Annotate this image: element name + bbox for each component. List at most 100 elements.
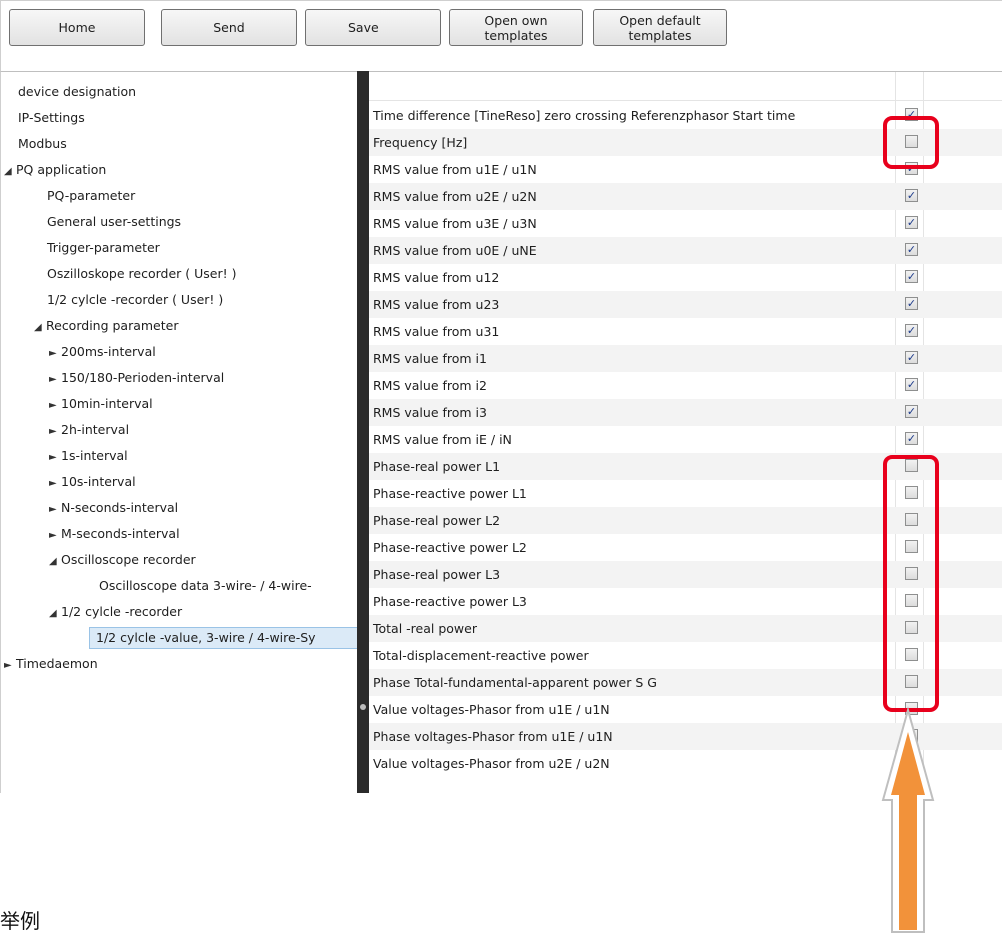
tree-item-label: M-seconds-interval	[61, 526, 180, 541]
tree-item-label: 200ms-interval	[61, 344, 156, 359]
row-checkbox[interactable]: ✓	[905, 297, 918, 310]
open-default-templates-button[interactable]: Open default templates	[593, 9, 727, 46]
row-checkbox[interactable]: ✓	[905, 189, 918, 202]
expand-arrow-icon[interactable]: ►	[49, 395, 61, 417]
tree-item[interactable]: ◢ 1/2 cylcle -recorder	[49, 601, 182, 623]
tree-item-label: Modbus	[18, 136, 67, 151]
grid-row-label: Value voltages-Phasor from u2E / u2N	[373, 756, 610, 771]
grid-row-label: RMS value from u1E / u1N	[373, 162, 537, 177]
tree-item[interactable]: 1/2 cylcle -recorder ( User! )	[47, 289, 223, 311]
grid-row-label: Phase-real power L2	[373, 513, 501, 528]
collapse-arrow-icon[interactable]: ◢	[4, 161, 16, 183]
grid-row-label: Phase-reactive power L2	[373, 540, 527, 555]
pane-splitter[interactable]	[357, 71, 369, 793]
tree-item-label: IP-Settings	[18, 110, 85, 125]
grid-row-label: RMS value from u12	[373, 270, 500, 285]
grid-row-label: RMS value from u31	[373, 324, 500, 339]
grid-header	[369, 72, 1002, 101]
grid-row-label: Time difference [TineReso] zero crossing…	[373, 108, 796, 123]
tree-item-label: 1/2 cylcle -recorder ( User! )	[47, 292, 224, 307]
grid-row: RMS value from u23 ✓	[369, 291, 1002, 318]
tree-item[interactable]: 1/2 cylcle -value, 3-wire / 4-wire-Sy	[89, 627, 357, 649]
grid-row-label: Phase-reactive power L1	[373, 486, 527, 501]
grid-row-label: Phase-real power L1	[373, 459, 501, 474]
expand-arrow-icon[interactable]: ►	[49, 499, 61, 521]
row-checkbox[interactable]: ✓	[905, 243, 918, 256]
tree-item[interactable]: ► 2h-interval	[49, 419, 129, 441]
tree-item-label: General user-settings	[47, 214, 182, 229]
save-button[interactable]: Save	[305, 9, 441, 46]
collapse-arrow-icon[interactable]: ◢	[49, 603, 61, 625]
tree-item-label: Oscilloscope data 3-wire- / 4-wire-	[99, 578, 312, 593]
grid-row-label: Phase Total-fundamental-apparent power S…	[373, 675, 657, 690]
open-own-templates-button[interactable]: Open own templates	[449, 9, 583, 46]
row-checkbox[interactable]: ✓	[905, 324, 918, 337]
highlight-box-power-rows	[883, 455, 939, 712]
grid-row-label: Total-displacement-reactive power	[373, 648, 589, 663]
grid-row-label: RMS value from u2E / u2N	[373, 189, 537, 204]
row-checkbox[interactable]: ✓	[905, 405, 918, 418]
grid-row-label: Phase voltages-Phasor from u1E / u1N	[373, 729, 613, 744]
grid-row-label: RMS value from u23	[373, 297, 500, 312]
tree-item[interactable]: ► 150/180-Perioden-interval	[49, 367, 224, 389]
tree-item[interactable]: ► Timedaemon	[4, 653, 98, 675]
tree-item[interactable]: PQ-parameter	[47, 185, 135, 207]
collapse-arrow-icon[interactable]: ◢	[34, 317, 46, 339]
grid-row: RMS value from u0E / uNE ✓	[369, 237, 1002, 264]
tree-item[interactable]: ► 1s-interval	[49, 445, 128, 467]
expand-arrow-icon[interactable]: ►	[49, 473, 61, 495]
tree-item[interactable]: ► 10min-interval	[49, 393, 153, 415]
row-checkbox[interactable]: ✓	[905, 216, 918, 229]
splitter-grip[interactable]	[360, 704, 366, 710]
tree-item[interactable]: device designation	[18, 81, 136, 103]
expand-arrow-icon[interactable]: ►	[49, 369, 61, 391]
grid-row-label: Value voltages-Phasor from u1E / u1N	[373, 702, 610, 717]
tree-item-label: device designation	[18, 84, 137, 99]
grid-row-label: Phase-real power L3	[373, 567, 501, 582]
tree-item[interactable]: Trigger-parameter	[47, 237, 160, 259]
tree-item[interactable]: Oscilloscope data 3-wire- / 4-wire-	[99, 575, 312, 597]
tree-item-label: Timedaemon	[16, 656, 98, 671]
tree-item-label: Trigger-parameter	[47, 240, 160, 255]
tree-item[interactable]: ► 200ms-interval	[49, 341, 156, 363]
tree-item[interactable]: ◢ Recording parameter	[34, 315, 178, 337]
collapse-arrow-icon[interactable]: ◢	[49, 551, 61, 573]
tree-item-label: PQ application	[16, 162, 107, 177]
tree-item[interactable]: General user-settings	[47, 211, 181, 233]
expand-arrow-icon[interactable]: ►	[49, 447, 61, 469]
grid-row-label: Total -real power	[373, 621, 477, 636]
tree-item[interactable]: ► M-seconds-interval	[49, 523, 180, 545]
app-window: Home Send Save Open own templates Open d…	[0, 0, 1002, 793]
row-checkbox[interactable]: ✓	[905, 351, 918, 364]
send-button[interactable]: Send	[161, 9, 297, 46]
tree-item-label: 150/180-Perioden-interval	[61, 370, 225, 385]
tree-item[interactable]: IP-Settings	[18, 107, 85, 129]
grid-row-label: Phase-reactive power L3	[373, 594, 527, 609]
home-button[interactable]: Home	[9, 9, 145, 46]
row-checkbox[interactable]: ✓	[905, 432, 918, 445]
row-checkbox[interactable]: ✓	[905, 270, 918, 283]
tree-item[interactable]: Modbus	[18, 133, 67, 155]
grid-row: RMS value from iE / iN ✓	[369, 426, 1002, 453]
tree-item[interactable]: ► 10s-interval	[49, 471, 136, 493]
tree-item[interactable]: ◢ Oscilloscope recorder	[49, 549, 196, 571]
tree-item-label: Recording parameter	[46, 318, 179, 333]
toolbar: Home Send Save Open own templates Open d…	[0, 0, 1002, 71]
expand-arrow-icon[interactable]: ►	[49, 343, 61, 365]
grid-row: RMS value from i2 ✓	[369, 372, 1002, 399]
caption-text: 举例	[0, 909, 40, 933]
grid-row-label: RMS value from i3	[373, 405, 487, 420]
row-checkbox[interactable]: ✓	[905, 378, 918, 391]
tree-item-label: PQ-parameter	[47, 188, 136, 203]
tree-item[interactable]: Oszilloskope recorder ( User! )	[47, 263, 236, 285]
tree-item-label: 10s-interval	[61, 474, 136, 489]
tree-item-label: 10min-interval	[61, 396, 153, 411]
expand-arrow-icon[interactable]: ►	[4, 655, 16, 677]
tree-item-label: 1/2 cylcle -recorder	[61, 604, 183, 619]
tree-item[interactable]: ◢ PQ application	[4, 159, 106, 181]
expand-arrow-icon[interactable]: ►	[49, 421, 61, 443]
expand-arrow-icon[interactable]: ►	[49, 525, 61, 547]
grid-row: RMS value from u31 ✓	[369, 318, 1002, 345]
tree-item[interactable]: ► N-seconds-interval	[49, 497, 178, 519]
tree-item-label: 1s-interval	[61, 448, 128, 463]
